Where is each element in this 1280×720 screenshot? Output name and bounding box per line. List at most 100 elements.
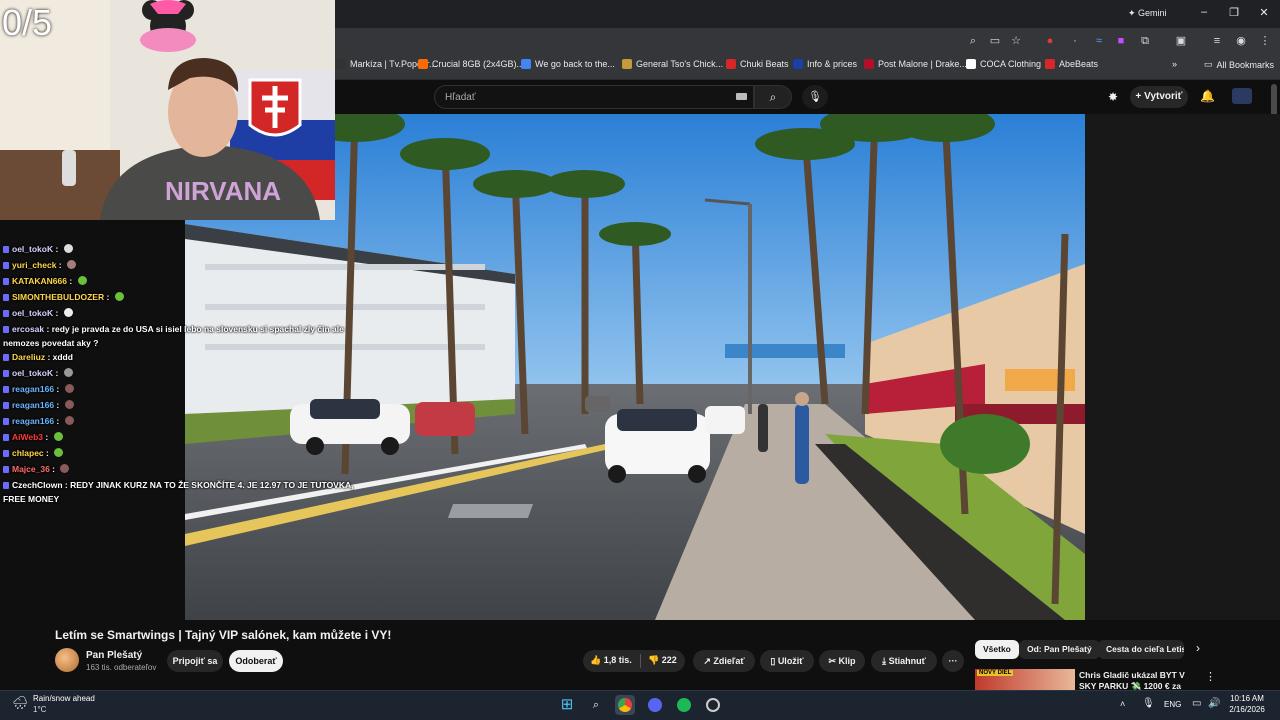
bookmark-item[interactable]: Post Malone | Drake... [864, 59, 967, 69]
join-button[interactable]: Pripojiť sa [167, 650, 223, 672]
chat-badge-icon [3, 278, 9, 285]
recommended-menu-icon[interactable]: ⋮ [1205, 670, 1216, 683]
recommended-thumbnail[interactable]: NOVÝ DIEL [975, 669, 1075, 690]
share-button[interactable]: ↗ Zdieľať [693, 650, 755, 672]
chip-from-channel[interactable]: Od: Pan Plešatý [1019, 640, 1100, 659]
chevron-right-icon[interactable]: › [1196, 641, 1200, 655]
clock-date[interactable]: 2/16/2026 [1224, 705, 1270, 714]
chrome-icon[interactable] [615, 695, 635, 715]
chat-username[interactable]: chlapec [12, 448, 44, 458]
bookmark-item[interactable]: AbeBeats [1045, 59, 1098, 69]
sparkle-icon[interactable]: ✸ [1108, 90, 1118, 104]
chat-username[interactable]: AiWeb3 [12, 432, 43, 442]
tray-chevron-icon[interactable]: ˄ [1120, 699, 1125, 709]
all-bookmarks-label: All Bookmarks [1216, 59, 1275, 70]
download-button[interactable]: ⤓ Stiahnuť [871, 650, 937, 672]
cast-icon[interactable]: ▭ [988, 34, 1002, 48]
zoom-icon[interactable]: ⌕ [966, 34, 980, 48]
chat-message: Majce_36 : [3, 464, 70, 474]
chat-message: CzechClown : REDY JINAK KURZ NA TO ŽE SK… [3, 480, 354, 490]
discord-icon[interactable] [645, 695, 665, 715]
chat-badge-icon [3, 418, 9, 425]
extension-icon[interactable]: · [1068, 34, 1082, 48]
chip-related[interactable]: Cesta do cieľa Letis [1098, 640, 1184, 659]
extension-red-icon[interactable]: ● [1043, 34, 1057, 48]
avatar[interactable] [1232, 88, 1252, 104]
bookmark-favicon-icon [1045, 59, 1055, 69]
bell-icon[interactable]: 🔔 [1200, 89, 1215, 103]
chat-username[interactable]: reagan166 [12, 400, 54, 410]
clip-button[interactable]: ✂ Klip [819, 650, 865, 672]
gemini-button[interactable]: ✦ Gemini [1128, 8, 1167, 19]
extension-purple-icon[interactable]: ■ [1114, 34, 1128, 48]
spotify-icon[interactable] [674, 695, 694, 715]
chat-username[interactable]: reagan166 [12, 384, 54, 394]
channel-name[interactable]: Pan Plešatý [86, 650, 142, 661]
video-title: Letím se Smartwings | Tajný VIP salónek,… [55, 628, 392, 642]
chat-username[interactable]: CzechClown [12, 480, 63, 490]
chat-username[interactable]: Majce_36 [12, 464, 50, 474]
chat-username[interactable]: Dareliuz [12, 352, 45, 362]
volume-icon[interactable]: 🔊 [1208, 698, 1220, 709]
menu-dots-icon[interactable]: ⋮ [1258, 34, 1272, 48]
minimize-icon[interactable]: – [1194, 6, 1214, 18]
chat-username[interactable]: SIMONTHEBULDOZER [12, 292, 104, 302]
all-bookmarks-button[interactable]: ▭ All Bookmarks [1204, 59, 1274, 70]
chat-username[interactable]: reagan166 [12, 416, 54, 426]
profile-avatar[interactable]: ◉ [1234, 34, 1248, 48]
search-taskbar-icon[interactable]: ⌕ [586, 695, 606, 715]
chat-message: reagan166 : [3, 384, 74, 394]
chat-text: REDY JINAK KURZ NA TO ŽE SKONČÍTE 4. JE … [70, 480, 354, 490]
bookmark-item[interactable]: We go back to the... [521, 59, 615, 69]
clock-time[interactable]: 10:16 AM [1224, 694, 1270, 703]
dislike-button[interactable]: 👎 222 [648, 655, 677, 666]
extension-blue-icon[interactable]: ≈ [1092, 34, 1106, 48]
chat-badge-icon [3, 310, 9, 317]
keyboard-icon[interactable] [736, 93, 747, 100]
weather-icon[interactable]: 🌧 [12, 695, 29, 711]
chat-badge-icon [3, 434, 9, 441]
chat-username[interactable]: oel_tokoK [12, 244, 53, 254]
close-icon[interactable]: ✕ [1254, 6, 1274, 19]
create-button[interactable]: + Vytvoriť [1130, 86, 1188, 108]
chat-badge-icon [3, 246, 9, 253]
more-actions-button[interactable]: ··· [942, 650, 964, 672]
language-indicator[interactable]: ENG [1164, 700, 1181, 709]
save-button[interactable]: ▯ Uložiť [760, 650, 814, 672]
search-input[interactable]: Hľadať [434, 85, 754, 109]
bookmark-item[interactable]: Crucial 8GB (2x4GB)... [418, 59, 524, 69]
extensions-puzzle-icon[interactable]: ⧉ [1138, 34, 1152, 48]
bookmark-item[interactable]: General Tso's Chick... [622, 59, 723, 69]
search-button[interactable]: ⌕ [754, 85, 792, 109]
chat-separator: : [54, 384, 62, 394]
weather-text[interactable]: Rain/snow ahead [33, 694, 95, 703]
chat-emote-icon [60, 464, 70, 473]
chat-message: reagan166 : [3, 416, 74, 426]
chat-separator: : [54, 416, 62, 426]
mic-tray-icon[interactable]: 🎙 [1142, 698, 1155, 709]
bookmark-favicon-icon [418, 59, 428, 69]
chat-username[interactable]: ercosak [12, 324, 44, 334]
bookmark-item[interactable]: Info & prices [793, 59, 857, 69]
start-icon[interactable]: ⊞ [557, 695, 577, 715]
bookmarks-overflow-button[interactable]: » [1172, 59, 1177, 69]
bookmark-item[interactable]: Chuki Beats [726, 59, 789, 69]
bookmark-item[interactable]: COCA Clothing [966, 59, 1041, 69]
chat-username[interactable]: KATAKAN666 [12, 276, 67, 286]
voice-search-button[interactable]: 🎙 [802, 85, 828, 109]
subscribe-button[interactable]: Odoberať [229, 650, 283, 672]
channel-avatar[interactable] [55, 648, 79, 672]
bookmark-favicon-icon [521, 59, 531, 69]
chat-username[interactable]: oel_tokoK [12, 368, 53, 378]
chat-username[interactable]: yuri_check [12, 260, 56, 270]
like-button[interactable]: 👍 1,8 tis. [590, 655, 632, 666]
maximize-icon[interactable]: ❐ [1224, 6, 1244, 19]
steam-icon[interactable] [703, 695, 723, 715]
tab-search-icon[interactable]: ≡ [1210, 34, 1224, 48]
search-placeholder: Hľadať [445, 92, 476, 103]
star-icon[interactable]: ☆ [1009, 34, 1023, 48]
sidebar-icon[interactable]: ▣ [1174, 34, 1188, 48]
network-icon[interactable]: ▭ [1192, 698, 1201, 709]
chip-all[interactable]: Všetko [975, 640, 1019, 659]
chat-username[interactable]: oel_tokoK [12, 308, 53, 318]
